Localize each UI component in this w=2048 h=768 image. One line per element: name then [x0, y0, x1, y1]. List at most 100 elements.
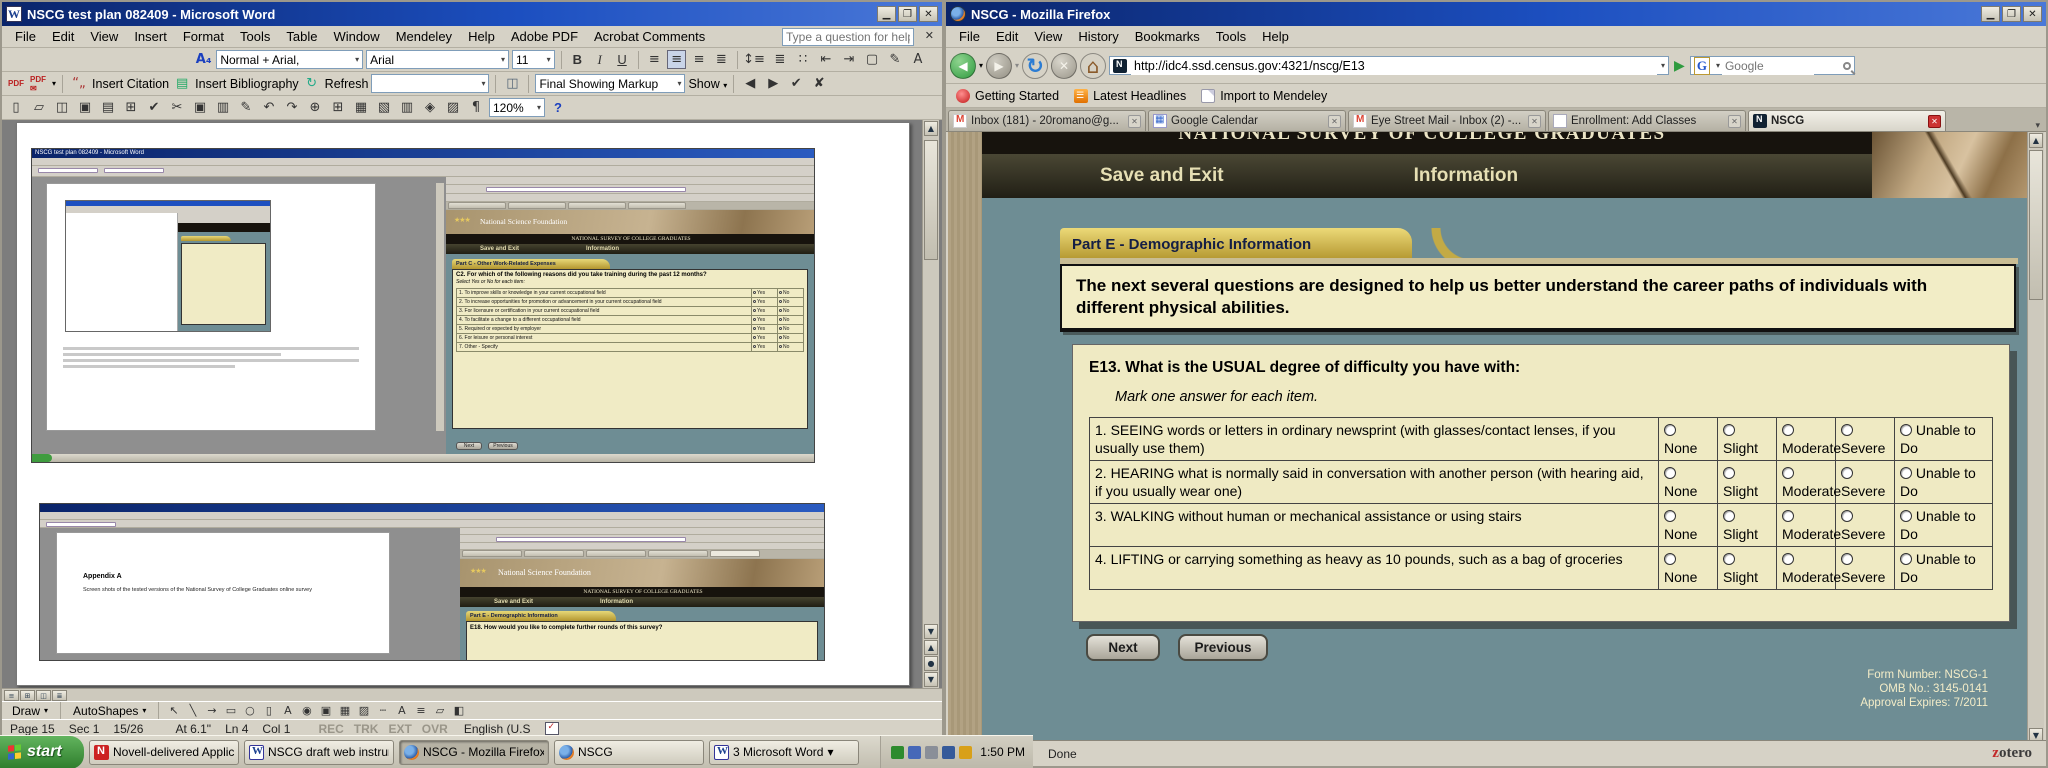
home-icon[interactable]: ⌂: [1080, 53, 1106, 79]
format-painter-icon[interactable]: ✎: [236, 98, 256, 117]
radio-none[interactable]: [1664, 467, 1676, 479]
numbering-icon[interactable]: ≣: [770, 50, 790, 69]
restore-button[interactable]: ❐: [898, 6, 917, 22]
print-icon[interactable]: ▤: [98, 98, 118, 117]
previous-change-icon[interactable]: ◀: [740, 74, 760, 93]
increase-indent-icon[interactable]: ⇥: [839, 50, 859, 69]
search-input[interactable]: [1722, 57, 1814, 75]
zoom-combobox[interactable]: 120%▾: [489, 98, 545, 117]
browser-tab-nscg[interactable]: NSCG✕: [1748, 110, 1946, 131]
close-button[interactable]: ✕: [2023, 6, 2042, 22]
diagram-icon[interactable]: ◉: [298, 703, 315, 718]
cut-icon[interactable]: ✂: [167, 98, 187, 117]
line-icon[interactable]: ╲: [184, 703, 201, 718]
go-icon[interactable]: ▶: [1672, 58, 1687, 74]
taskbar-button-nscg-draft-web-instrum-[interactable]: NSCG draft web instrum...: [244, 740, 394, 765]
word-horizontal-scrollbar[interactable]: ≡ ⊞ ◫ ≣: [2, 688, 942, 701]
outside-border-icon[interactable]: ▢: [862, 50, 882, 69]
draw-menu-button[interactable]: Draw▾: [6, 703, 54, 719]
tab-close-icon[interactable]: ✕: [1728, 115, 1741, 128]
spelling-grammar-icon[interactable]: ✔: [144, 98, 164, 117]
menu-table[interactable]: Table: [279, 27, 324, 46]
menu-file[interactable]: File: [952, 27, 987, 46]
font-color-icon[interactable]: A: [908, 50, 928, 69]
volume-icon[interactable]: [908, 746, 921, 759]
radio-slight[interactable]: [1723, 510, 1735, 522]
radio-none[interactable]: [1664, 424, 1676, 436]
word-art-icon[interactable]: A: [279, 703, 296, 718]
bookmark-getting-started[interactable]: Getting Started: [950, 87, 1065, 105]
firefox-titlebar[interactable]: NSCG - Mozilla Firefox ▁ ❐ ✕: [946, 2, 2046, 26]
close-button[interactable]: ✕: [919, 6, 938, 22]
network-icon[interactable]: [925, 746, 938, 759]
bold-icon[interactable]: B: [568, 50, 587, 69]
radio-moderate[interactable]: [1782, 553, 1794, 565]
zotero-logo[interactable]: zotero: [1992, 745, 2032, 762]
picture-icon[interactable]: ▦: [336, 703, 353, 718]
bookmark-import-to-mendeley[interactable]: Import to Mendeley: [1195, 87, 1333, 105]
browser-tab-inbox-181-20romano-g-[interactable]: Inbox (181) - 20romano@g...✕: [948, 110, 1146, 131]
outline-view-icon[interactable]: ≣: [52, 690, 67, 701]
menu-bookmarks[interactable]: Bookmarks: [1128, 27, 1207, 46]
tables-and-borders-icon[interactable]: ⊞: [328, 98, 348, 117]
autoshapes-menu-button[interactable]: AutoShapes▾: [67, 703, 152, 719]
scroll-up-icon[interactable]: ▲: [924, 121, 938, 136]
radio-unable-to-do[interactable]: [1900, 553, 1912, 565]
scroll-up-icon[interactable]: ▲: [2029, 133, 2043, 148]
drawing-icon[interactable]: ◈: [420, 98, 440, 117]
align-right-icon[interactable]: ≡: [689, 50, 708, 69]
tab-close-icon[interactable]: ✕: [1128, 115, 1141, 128]
radio-none[interactable]: [1664, 510, 1676, 522]
line-style-icon[interactable]: ≡: [412, 703, 429, 718]
insert-citation-button[interactable]: Insert Citation: [92, 77, 169, 91]
text-box-icon[interactable]: ▯: [260, 703, 277, 718]
new-document-icon[interactable]: ▯: [6, 98, 26, 117]
reject-change-icon[interactable]: ✘: [809, 74, 829, 93]
radio-unable-to-do[interactable]: [1900, 424, 1912, 436]
convert-to-pdf-icon[interactable]: PDF: [6, 74, 26, 93]
word-document-area[interactable]: NSCG test plan 082409 - Microsoft Word: [2, 120, 942, 688]
save-icon[interactable]: ◫: [52, 98, 72, 117]
redo-icon[interactable]: ↷: [282, 98, 302, 117]
convert-pdf-email-icon[interactable]: PDF✉: [29, 74, 49, 93]
oval-icon[interactable]: ○: [241, 703, 258, 718]
menu-window[interactable]: Window: [326, 27, 386, 46]
help-icon[interactable]: ?: [548, 98, 568, 117]
word-titlebar[interactable]: W NSCG test plan 082409 - Microsoft Word…: [2, 2, 942, 26]
underline-icon[interactable]: U: [612, 50, 631, 69]
radio-slight[interactable]: [1723, 553, 1735, 565]
print-layout-icon[interactable]: ◫: [36, 690, 51, 701]
menu-edit[interactable]: Edit: [45, 27, 81, 46]
refresh-button[interactable]: Refresh: [325, 77, 369, 91]
next-button[interactable]: Next: [1086, 634, 1160, 661]
permission-icon[interactable]: ▣: [75, 98, 95, 117]
browser-tab-eye-street-mail-inbox-2-[interactable]: Eye Street Mail - Inbox (2) -...✕: [1348, 110, 1546, 131]
radio-slight[interactable]: [1723, 467, 1735, 479]
browser-tab-google-calendar[interactable]: Google Calendar✕: [1148, 110, 1346, 131]
menu-edit[interactable]: Edit: [989, 27, 1025, 46]
next-page-icon[interactable]: ▼: [924, 672, 938, 687]
search-engine-dropdown-icon[interactable]: ▾: [1712, 61, 1720, 70]
updates-icon[interactable]: [959, 746, 972, 759]
radio-slight[interactable]: [1723, 424, 1735, 436]
shadow-style-icon[interactable]: ▱: [431, 703, 448, 718]
columns-icon[interactable]: ▥: [397, 98, 417, 117]
menu-view[interactable]: View: [1027, 27, 1069, 46]
minimize-button[interactable]: ▁: [877, 6, 896, 22]
rectangle-icon[interactable]: ▭: [222, 703, 239, 718]
help-question-input[interactable]: [782, 28, 914, 46]
style-combobox[interactable]: Normal + Arial,▾: [216, 50, 363, 69]
taskbar-button-novell-delivered-applica-[interactable]: Novell-delivered Applica...: [89, 740, 239, 765]
undo-icon[interactable]: ↶: [259, 98, 279, 117]
menu-acrobat-comments[interactable]: Acrobat Comments: [587, 27, 712, 46]
menu-help[interactable]: Help: [1255, 27, 1296, 46]
radio-severe[interactable]: [1841, 553, 1853, 565]
word-vertical-scrollbar[interactable]: ▲ ▼ ▲ ● ▼: [922, 120, 939, 688]
start-button[interactable]: start: [0, 736, 84, 768]
save-and-exit-button[interactable]: Save and Exit: [1100, 165, 1224, 187]
open-icon[interactable]: ▱: [29, 98, 49, 117]
stop-icon[interactable]: ✕: [1051, 53, 1077, 79]
pdf-overflow-icon[interactable]: ▾: [52, 79, 56, 88]
minimize-button[interactable]: ▁: [1981, 6, 2000, 22]
justify-icon[interactable]: ≣: [712, 50, 731, 69]
